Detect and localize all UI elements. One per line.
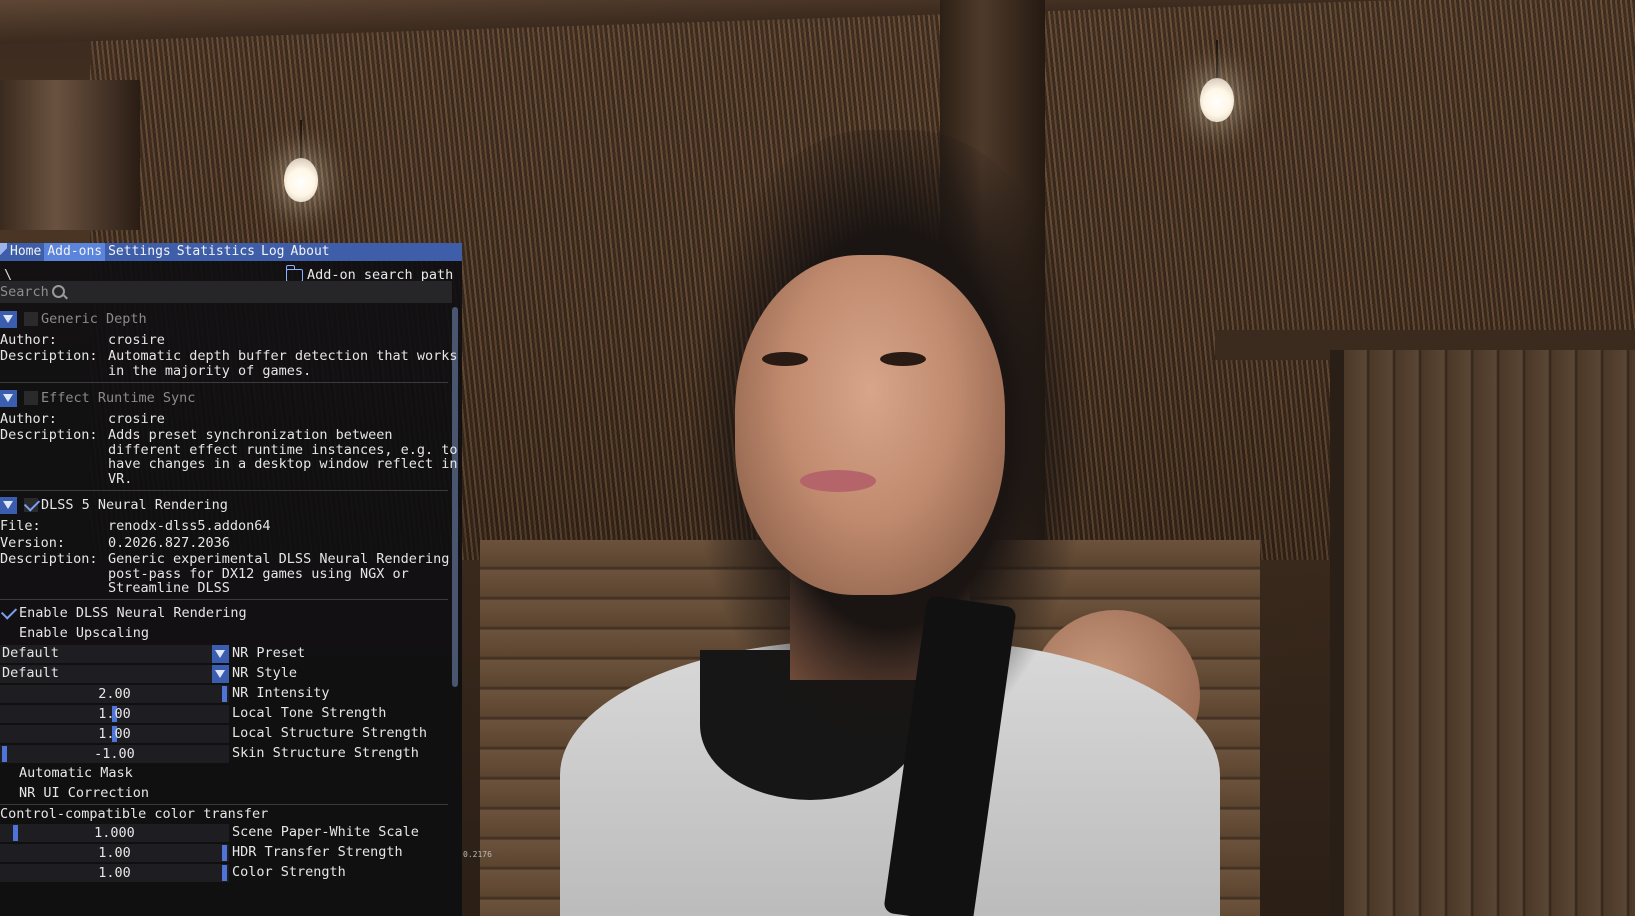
slider-value: 1.00 <box>98 726 131 742</box>
author-label: Author: <box>0 332 57 348</box>
overlay-panel: Home Add-ons Settings Statistics Log Abo… <box>0 243 462 916</box>
slider-value: 1.000 <box>94 825 135 841</box>
nr-preset-value: Default <box>2 645 59 661</box>
tab-about[interactable]: About <box>288 243 333 261</box>
description-label: Description: <box>0 348 98 364</box>
menu-bar: Home Add-ons Settings Statistics Log Abo… <box>0 243 462 261</box>
separator <box>0 804 448 805</box>
description-line: Adds preset synchronization between <box>108 427 393 443</box>
left-beam <box>0 80 140 230</box>
version-label: Version: <box>0 535 66 551</box>
slider-label: Local Tone Strength <box>232 705 387 721</box>
slider-value: 2.00 <box>98 686 131 702</box>
enable-upscaling-checkbox[interactable] <box>1 626 15 640</box>
slider-label: Color Strength <box>232 864 346 880</box>
slider-value: -1.00 <box>94 746 135 762</box>
automatic-mask-checkbox[interactable] <box>1 766 15 780</box>
scene-paper-white-scale-slider[interactable]: 1.000 <box>0 824 229 842</box>
file-label: File: <box>0 518 41 534</box>
nr-preset-label: NR Preset <box>232 645 306 661</box>
description-line: VR. <box>108 471 133 487</box>
color-strength-slider[interactable]: 1.00 <box>0 864 229 882</box>
chevron-down-icon[interactable] <box>212 645 229 663</box>
effect-runtime-sync-checkbox[interactable] <box>24 391 38 405</box>
slider-value: 1.00 <box>98 845 131 861</box>
tab-add-ons[interactable]: Add-ons <box>44 243 106 261</box>
description-line: Automatic depth buffer detection that wo… <box>108 348 458 364</box>
skin-structure-strength-slider[interactable]: -1.00 <box>0 745 229 763</box>
scrollbar[interactable] <box>452 307 458 687</box>
color-transfer-header: Control-compatible color transfer <box>0 806 269 822</box>
description-line: Generic experimental DLSS Neural Renderi… <box>108 551 450 567</box>
local-tone-strength-slider[interactable]: 1.00 <box>0 705 229 723</box>
description-label: Description: <box>0 427 98 443</box>
overlay-corner-text: 0.2176 <box>463 850 492 859</box>
dlss5-checkbox[interactable] <box>23 495 41 512</box>
file-value: renodx-dlss5.addon64 <box>108 518 271 534</box>
checkmark-icon <box>0 603 18 620</box>
description-label: Description: <box>0 551 98 567</box>
tab-home[interactable]: Home <box>7 243 44 261</box>
expand-effect-runtime-sync-icon[interactable] <box>0 390 17 407</box>
light-bulb <box>284 158 318 202</box>
character-face <box>735 255 1005 595</box>
slider-label: Scene Paper-White Scale <box>232 824 419 840</box>
description-line: have changes in a desktop window reflect… <box>108 456 458 472</box>
automatic-mask-label: Automatic Mask <box>19 765 133 781</box>
chevron-down-icon[interactable] <box>212 665 229 683</box>
window-grip-icon[interactable] <box>0 243 7 261</box>
author-value: crosire <box>108 411 165 427</box>
addon-name-generic-depth: Generic Depth <box>41 311 147 327</box>
light-bulb <box>1200 78 1234 122</box>
nr-ui-correction-label: NR UI Correction <box>19 785 150 801</box>
author-label: Author: <box>0 411 57 427</box>
enable-dlss-nr-label: Enable DLSS Neural Rendering <box>19 605 247 621</box>
search-placeholder: Search <box>0 284 49 300</box>
character-eye <box>880 352 926 366</box>
tab-statistics[interactable]: Statistics <box>174 243 258 261</box>
addon-name-dlss5: DLSS 5 Neural Rendering <box>41 497 228 513</box>
nr-preset-combo[interactable]: Default <box>0 645 229 663</box>
search-icon <box>52 285 65 298</box>
enable-dlss-nr-checkbox[interactable] <box>0 603 18 620</box>
addon-name-effect-runtime-sync: Effect Runtime Sync <box>41 390 196 406</box>
local-structure-strength-slider[interactable]: 1.00 <box>0 725 229 743</box>
slider-value: 1.00 <box>98 706 131 722</box>
separator <box>0 382 448 383</box>
expand-dlss5-icon[interactable] <box>0 497 17 514</box>
hdr-transfer-strength-slider[interactable]: 1.00 <box>0 844 229 862</box>
version-value: 0.2026.827.2036 <box>108 535 230 551</box>
author-value: crosire <box>108 332 165 348</box>
slider-label: HDR Transfer Strength <box>232 844 403 860</box>
slider-value: 1.00 <box>98 865 131 881</box>
bulb-cord <box>300 120 302 160</box>
separator <box>0 490 448 491</box>
slider-label: NR Intensity <box>232 685 330 701</box>
bulb-cord <box>1216 40 1218 80</box>
enable-upscaling-label: Enable Upscaling <box>19 625 150 641</box>
character-eye <box>762 352 808 366</box>
character-lips <box>800 470 876 492</box>
search-box[interactable]: Search <box>0 281 452 303</box>
nr-style-label: NR Style <box>232 665 298 681</box>
slider-label: Local Structure Strength <box>232 725 428 741</box>
nr-style-value: Default <box>2 665 59 681</box>
checkmark-icon <box>23 495 41 512</box>
folder-icon <box>286 264 303 282</box>
wooden-door <box>1330 350 1635 916</box>
generic-depth-checkbox[interactable] <box>24 312 38 326</box>
nr-intensity-slider[interactable]: 2.00 <box>0 685 229 703</box>
tab-settings[interactable]: Settings <box>105 243 174 261</box>
nr-style-combo[interactable]: Default <box>0 665 229 683</box>
description-line: Streamline DLSS <box>108 580 230 596</box>
description-line: in the majority of games. <box>108 363 312 379</box>
expand-generic-depth-icon[interactable] <box>0 311 17 328</box>
nr-ui-correction-checkbox[interactable] <box>1 786 15 800</box>
slider-label: Skin Structure Strength <box>232 745 419 761</box>
tab-log[interactable]: Log <box>258 243 287 261</box>
separator <box>0 599 448 600</box>
